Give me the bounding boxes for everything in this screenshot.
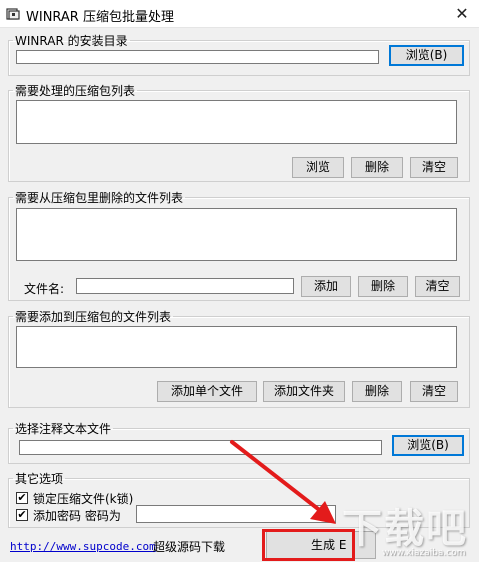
annotation-arrow bbox=[230, 440, 336, 524]
watermark-site: www.xiazaiba.com bbox=[382, 548, 466, 558]
watermark-logo: 下载吧 bbox=[342, 506, 468, 552]
